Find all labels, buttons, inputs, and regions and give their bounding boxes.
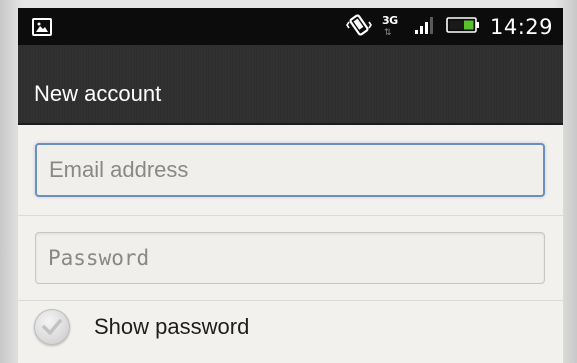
show-password-row[interactable]: Show password bbox=[18, 301, 563, 363]
vibrate-icon bbox=[346, 12, 372, 42]
battery-icon bbox=[446, 16, 480, 38]
email-field-container bbox=[35, 143, 545, 197]
signal-bars-icon bbox=[414, 15, 436, 39]
image-notification-icon bbox=[32, 18, 52, 36]
data-arrows-icon: ⇅ bbox=[383, 27, 392, 38]
page-title: New account bbox=[34, 81, 162, 106]
action-bar: New account bbox=[18, 45, 563, 125]
show-password-label[interactable]: Show password bbox=[94, 314, 249, 340]
checkmark-icon bbox=[42, 319, 62, 335]
phone-screen: 3G ⇅ 14:29 New account Email address Sho… bbox=[18, 8, 563, 363]
show-password-checkbox[interactable] bbox=[34, 309, 70, 345]
device-frame: 3G ⇅ 14:29 New account Email address Sho… bbox=[0, 0, 577, 363]
password-field-container bbox=[35, 232, 545, 284]
account-form: Show password bbox=[18, 125, 563, 363]
email-row bbox=[18, 125, 563, 216]
status-icons: 3G ⇅ 14:29 bbox=[346, 8, 553, 45]
password-row bbox=[18, 216, 563, 301]
status-bar: 3G ⇅ 14:29 bbox=[18, 8, 563, 45]
email-field[interactable] bbox=[37, 145, 543, 195]
clock: 14:29 bbox=[489, 14, 553, 39]
network-3g-icon: 3G ⇅ bbox=[382, 13, 404, 41]
network-type-label: 3G bbox=[381, 13, 398, 27]
password-field[interactable] bbox=[36, 233, 544, 283]
